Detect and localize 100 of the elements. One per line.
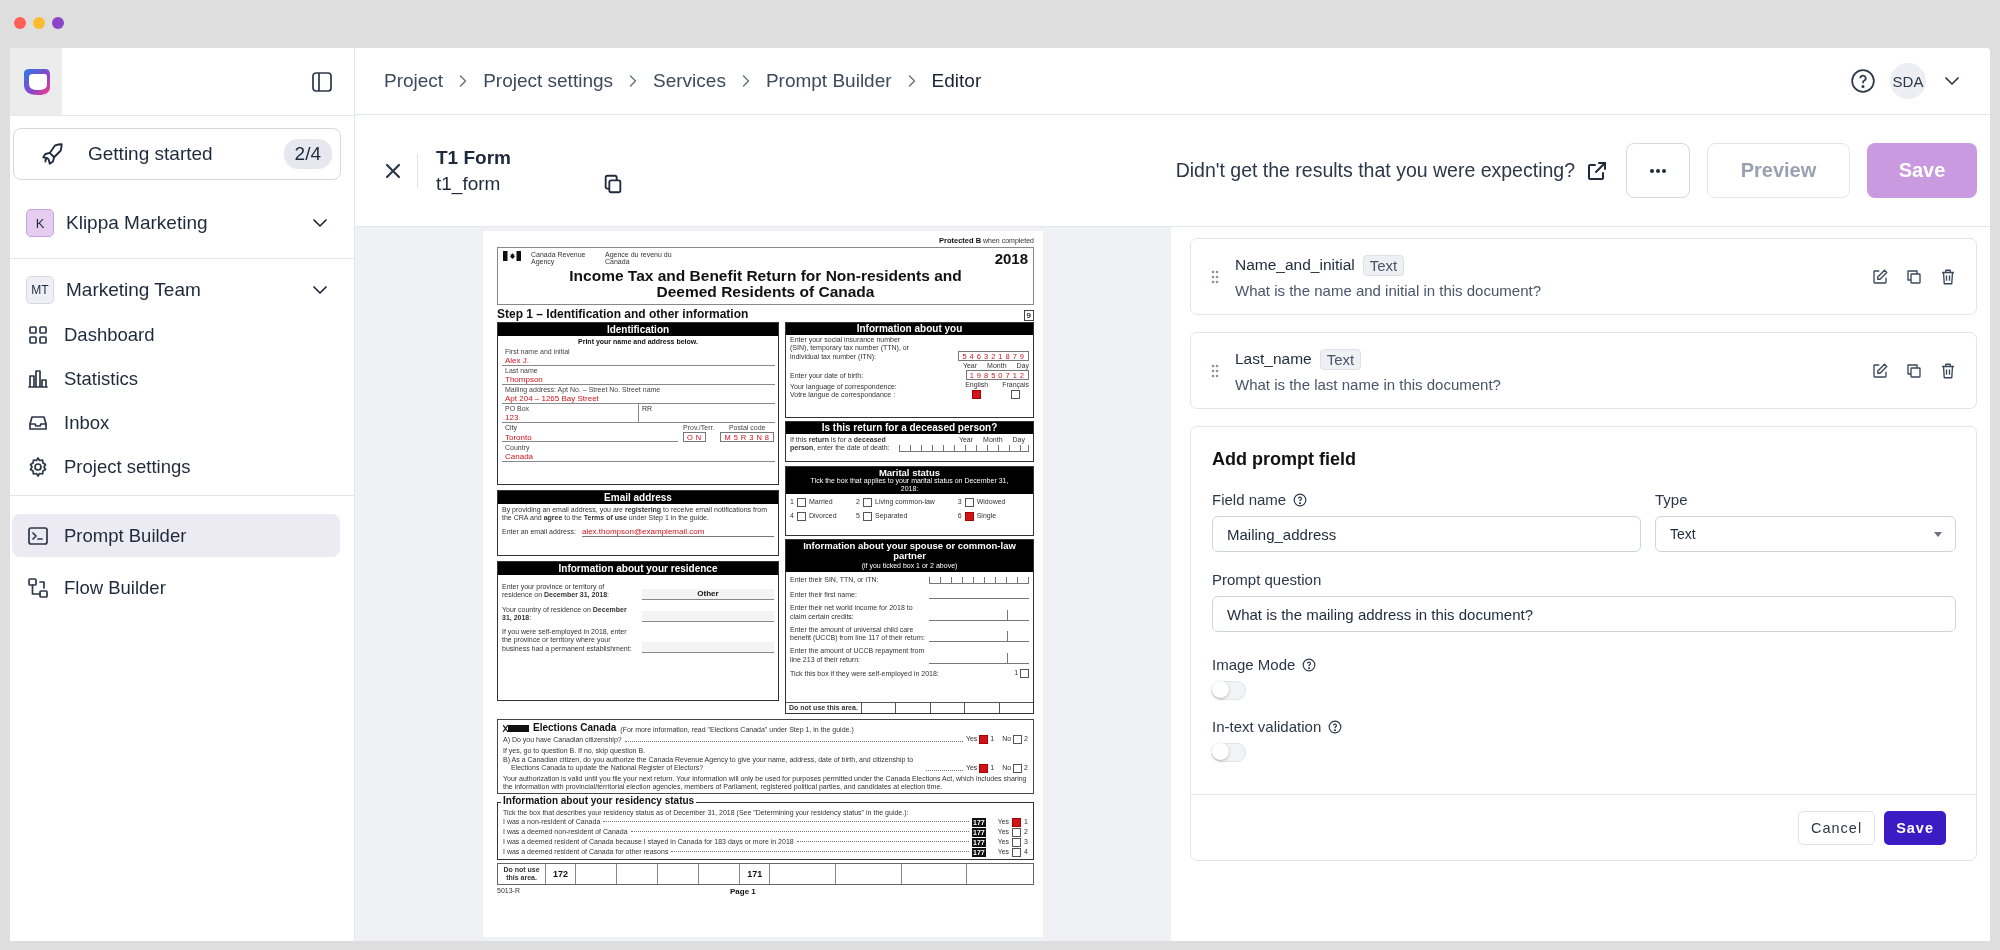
checkbox[interactable] <box>796 512 806 521</box>
field-value: Other <box>642 588 774 600</box>
prompt-field-name: Name_and_initial <box>1235 256 1355 274</box>
checkbox[interactable] <box>1012 847 1022 857</box>
breadcrumb-link[interactable]: Editor <box>931 70 982 92</box>
checkbox[interactable] <box>1012 827 1022 837</box>
workspace-avatar: K <box>26 209 54 237</box>
field-value: Apt 204 – 1265 Bay Street <box>505 394 600 404</box>
progress-count: 2/4 <box>283 139 332 169</box>
sidebar-item[interactable]: Flow Builder <box>12 566 340 609</box>
user-avatar[interactable]: SDA <box>1890 63 1926 99</box>
trash-icon[interactable] <box>1939 267 1957 286</box>
field-value: alex.thompson@examplemail.com <box>581 526 774 537</box>
help-icon[interactable] <box>1328 719 1343 734</box>
checkbox[interactable] <box>863 498 872 507</box>
section-heading: Information about you <box>786 323 1033 335</box>
prompt-field-name: Last_name <box>1235 350 1312 368</box>
section-heading: Information about your residency status <box>501 795 697 808</box>
flag-icon <box>503 251 521 261</box>
document-title: T1 Form <box>436 146 512 169</box>
sidebar-item[interactable]: Dashboard <box>12 313 340 356</box>
type-tag: Text <box>1362 254 1405 276</box>
form-title: Add prompt field <box>1212 449 1357 470</box>
field-value: Thompson <box>505 375 544 385</box>
type-select[interactable]: Text <box>1655 516 1956 552</box>
breadcrumb-link[interactable]: Prompt Builder <box>765 70 892 92</box>
cancel-button[interactable]: Cancel <box>1798 810 1876 845</box>
sidebar-item[interactable]: Prompt Builder <box>12 514 340 557</box>
toggle-switch[interactable] <box>1212 743 1246 762</box>
checkbox[interactable] <box>863 512 872 521</box>
help-icon[interactable] <box>1850 68 1876 94</box>
drag-handle-icon[interactable] <box>1211 269 1219 284</box>
section-heading: Information about your residence <box>498 562 778 575</box>
drag-handle-icon[interactable] <box>1211 363 1219 378</box>
prompt-question-text: What is the name and initial in this document? <box>1235 281 1542 299</box>
form-title: Income Tax and Benefit Return for Non-residents and Deemed Residents of Canada <box>568 268 963 301</box>
checkbox[interactable] <box>1012 817 1022 827</box>
field-value: Toronto <box>505 432 533 442</box>
help-icon[interactable] <box>1302 657 1317 672</box>
toggle-label: In-text validation <box>1212 718 1322 735</box>
step-heading: Step 1 – Identification and other information <box>497 306 749 321</box>
trash-icon[interactable] <box>1939 361 1957 380</box>
window-control[interactable] <box>52 17 64 29</box>
field-name-input[interactable]: Mailing_address <box>1212 516 1641 552</box>
field-label: Prompt question <box>1212 571 1322 588</box>
office-code: 171 <box>740 864 771 885</box>
breadcrumb-link[interactable]: Project settings <box>483 70 614 92</box>
section-heading: Identification <box>498 323 778 336</box>
edit-icon[interactable] <box>1871 267 1889 286</box>
copy-icon[interactable] <box>1905 267 1923 286</box>
checkbox[interactable] <box>1020 668 1029 678</box>
prompt-question-text: What is the last name in this document? <box>1235 375 1502 393</box>
checkbox[interactable] <box>1013 734 1023 744</box>
save-button[interactable]: Save <box>1884 810 1946 845</box>
field-value: Canada <box>505 451 535 461</box>
checkbox[interactable] <box>979 734 989 744</box>
section-heading: Email address <box>498 491 778 504</box>
form-year: 2018 <box>994 251 1028 266</box>
section-heading: Information about your spouse or common-law partner <box>802 541 1017 561</box>
team-avatar: MT <box>26 276 54 304</box>
checkbox[interactable] <box>1011 390 1021 400</box>
checkbox[interactable] <box>1012 837 1022 847</box>
checkbox[interactable] <box>972 390 982 400</box>
caret-icon <box>1934 531 1942 537</box>
team-selector[interactable]: MT Marketing Team <box>10 267 354 313</box>
sidebar-toggle-icon[interactable] <box>310 69 334 94</box>
checkbox[interactable] <box>979 763 989 773</box>
document-slug: t1_form <box>436 172 502 195</box>
field-label: Type <box>1655 491 1688 508</box>
breadcrumb-link[interactable]: Project <box>384 70 444 92</box>
section-heading: Elections Canada <box>533 722 617 734</box>
checkbox[interactable] <box>964 498 974 507</box>
step-number: 9 <box>1023 309 1034 321</box>
sidebar-item[interactable]: Statistics <box>12 357 340 400</box>
copy-icon[interactable] <box>602 172 624 195</box>
help-icon[interactable] <box>1293 492 1308 507</box>
type-tag: Text <box>1319 348 1362 370</box>
edit-icon[interactable] <box>1871 361 1889 380</box>
checkbox[interactable] <box>964 512 974 521</box>
getting-started-button[interactable]: Getting started 2/4 <box>13 128 341 180</box>
feedback-text: Didn't get the results that you were expecting? <box>1175 159 1575 182</box>
page-number: Page 1 <box>729 887 756 897</box>
more-icon <box>1650 168 1666 173</box>
toggle-switch[interactable] <box>1212 681 1246 700</box>
elections-logo-icon <box>503 724 529 734</box>
sidebar-item[interactable]: Inbox <box>12 401 340 444</box>
workspace-selector[interactable]: K Klippa Marketing <box>10 200 354 246</box>
flow-icon <box>26 575 50 600</box>
checkbox[interactable] <box>1013 763 1023 773</box>
checkbox[interactable] <box>796 498 806 507</box>
field-value: 123 <box>505 413 520 423</box>
prompt-question-input[interactable]: What is the mailing address in this document? <box>1212 596 1956 632</box>
field-label: Field name <box>1212 491 1287 508</box>
breadcrumb-link[interactable]: Services <box>653 70 726 92</box>
section-heading: Is this return for a deceased person? <box>786 422 1033 434</box>
copy-icon[interactable] <box>1905 361 1923 380</box>
office-code: 172 <box>546 864 576 885</box>
sidebar-item[interactable]: Project settings <box>12 445 340 488</box>
rocket-icon <box>40 141 66 167</box>
section-heading: Marital status <box>877 468 942 477</box>
